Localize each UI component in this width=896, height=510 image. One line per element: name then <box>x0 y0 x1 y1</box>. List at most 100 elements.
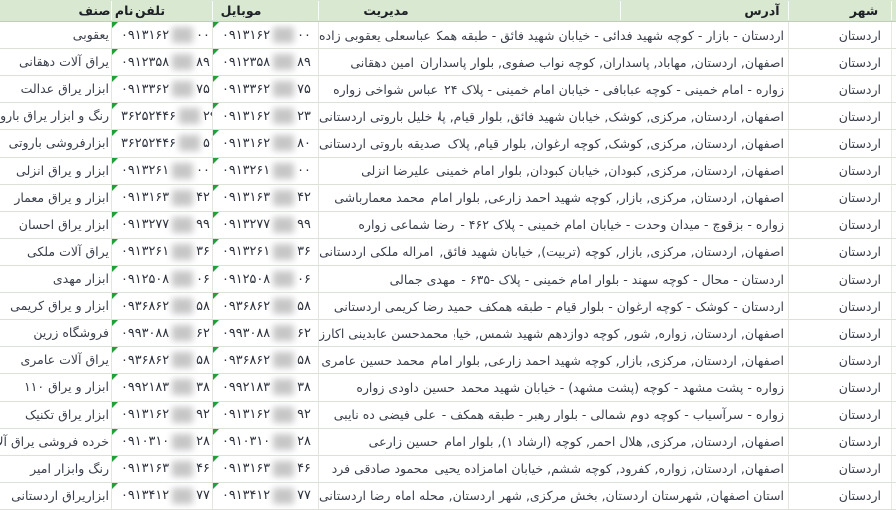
cell-city[interactable]: اردستان <box>788 482 896 509</box>
cell-address-manager[interactable]: زواره - بزقوچ - میدان وحدت - خیابان امام… <box>318 211 788 238</box>
phone-number: ۰۹۱۳۲۶۱ ۰۰ <box>121 162 210 179</box>
city-value: اردستان <box>838 488 881 504</box>
cell-city[interactable]: اردستان <box>788 103 896 130</box>
cell-phone[interactable]: ۰۹۳۶۸۶۲ ۵۸ <box>111 293 212 320</box>
excel-error-triangle-icon <box>112 22 118 28</box>
cell-mobile[interactable]: ۰۹۱۲۵۰۸ ۰۶ <box>212 265 318 293</box>
cell-trade-name[interactable]: یراق آلات ملکی <box>0 239 111 265</box>
cell-trade-name[interactable]: ابزار مهدی <box>0 266 111 292</box>
city-value: اردستان <box>838 217 881 233</box>
column-header-trade-name: نام صنف <box>78 3 134 18</box>
cell-phone[interactable]: ۰۹۱۳۳۶۲ ۷۵ <box>111 76 212 103</box>
cell-mobile[interactable]: ۰۹۱۳۱۶۳ ۴۲ <box>212 184 318 211</box>
cell-mobile[interactable]: ۰۹۹۳۰۸۸ ۶۲ <box>212 320 318 347</box>
cell-mobile[interactable]: ۰۹۱۰۳۱۰ ۲۸ <box>212 428 318 455</box>
cell-trade-name[interactable]: رنگ و ابزار یراق باروتی <box>0 103 111 129</box>
column-header-phone: تلفن <box>134 3 166 18</box>
cell-address-manager[interactable]: اصفهان, اردستان, مرکزی, بازار, کوچه (ترب… <box>318 238 788 265</box>
cell-address-manager[interactable]: اردستان - بازار - کوچه شهید فدائی - خیاب… <box>318 22 788 49</box>
cell-trade-name[interactable]: رنگ وابزار امیر <box>0 456 111 482</box>
cell-city[interactable]: اردستان <box>788 184 896 211</box>
cell-city[interactable]: اردستان <box>788 211 896 238</box>
cell-city[interactable]: اردستان <box>788 428 896 455</box>
cell-trade-name[interactable]: ابزار یراق احسان <box>0 212 111 238</box>
cell-mobile[interactable]: ۰۹۳۶۸۶۲ ۵۸ <box>212 293 318 320</box>
cell-trade-name[interactable]: خرده فروشی یراق آلات <box>0 429 111 455</box>
cell-address-manager[interactable]: استان اصفهان, شهرستان اردستان, بخش مرکزی… <box>318 482 788 509</box>
cell-trade-name[interactable]: ابزار و یراق انزلی <box>0 158 111 184</box>
censored-digits-blur <box>172 54 194 71</box>
cell-trade-name[interactable]: ابزارفروشی باروتی <box>0 130 111 156</box>
cell-trade-name[interactable]: ابزار یراق عدالت <box>0 76 111 102</box>
cell-mobile[interactable]: ۰۹۳۶۸۶۲ ۵۸ <box>212 347 318 374</box>
cell-address-manager[interactable]: زواره - پشت مشهد - کوچه (پشت مشهد) - خیا… <box>318 374 788 401</box>
cell-trade-name[interactable]: یعقوبی <box>0 22 111 48</box>
cell-city[interactable]: اردستان <box>788 401 896 428</box>
cell-phone[interactable]: ۳۶۲۵۲۴۴۶۵۱ <box>111 130 212 157</box>
cell-mobile[interactable]: ۰۹۱۳۱۶۲ ۲۳ <box>212 103 318 130</box>
cell-city[interactable]: اردستان <box>788 130 896 157</box>
cell-mobile[interactable]: ۰۹۱۳۲۷۷ ۹۹ <box>212 211 318 238</box>
cell-mobile[interactable]: ۰۹۱۳۱۶۲ ۹۲ <box>212 401 318 428</box>
cell-trade-name[interactable]: ابزار و یراق ۱۱۰ <box>0 374 111 400</box>
cell-phone[interactable]: ۰۹۱۳۱۶۳ ۴۲ <box>111 184 212 211</box>
cell-trade-name[interactable]: یراق آلات عامری <box>0 347 111 373</box>
cell-trade-name[interactable]: یراق آلات دهقانی <box>0 49 111 75</box>
cell-city[interactable]: اردستان <box>788 157 896 184</box>
cell-address-manager[interactable]: اصفهان, اردستان, مرکزی, کوشک, کوچه ارغوا… <box>318 130 788 157</box>
excel-error-triangle-icon <box>213 374 219 381</box>
cell-mobile[interactable]: ۰۹۹۲۱۸۳ ۳۸ <box>212 374 318 401</box>
cell-mobile[interactable]: ۰۹۱۳۴۱۲ ۷۷ <box>212 482 318 509</box>
cell-mobile[interactable]: ۰۹۱۳۳۶۲ ۷۵ <box>212 76 318 103</box>
cell-mobile[interactable]: ۰۹۱۳۲۶۱ ۰۰ <box>212 157 318 184</box>
censored-digits-blur <box>172 352 194 369</box>
cell-phone[interactable]: ۰۹۹۳۰۸۸ ۶۲ <box>111 320 212 347</box>
cell-address-manager[interactable]: اصفهان, اردستان, مرکزی, بازار, کوچه شهید… <box>318 184 788 211</box>
cell-mobile[interactable]: ۰۹۱۳۱۶۲ ۰۰ <box>212 22 318 49</box>
cell-mobile[interactable]: ۰۹۱۳۱۶۲ ۸۰ <box>212 130 318 157</box>
cell-phone[interactable]: ۰۹۱۲۵۰۸ ۰۶ <box>111 265 212 293</box>
cell-address-manager[interactable]: اصفهان, اردستان, زواره, شور, کوچه دوازده… <box>318 320 788 347</box>
cell-phone[interactable]: ۰۹۱۳۲۶۱ ۰۰ <box>111 157 212 184</box>
cell-city[interactable]: اردستان <box>788 22 896 49</box>
cell-trade-name[interactable]: ابزار و یراق کریمی <box>0 293 111 319</box>
cell-trade-name[interactable]: ابزاریراق اردستانی <box>0 483 111 509</box>
cell-address-manager[interactable]: اصفهان, اردستان, مرکزی, هلال احمر, کوچه … <box>318 428 788 455</box>
cell-city[interactable]: اردستان <box>788 238 896 265</box>
cell-city[interactable]: اردستان <box>788 265 896 293</box>
cell-address-manager[interactable]: اصفهان, اردستان, مرکزی, کبودان, خیابان ک… <box>318 157 788 184</box>
cell-phone[interactable]: ۰۹۳۶۸۶۲ ۵۸ <box>111 347 212 374</box>
cell-city[interactable]: اردستان <box>788 293 896 320</box>
cell-address-manager[interactable]: اصفهان, اردستان, مرکزی, بازار, کوچه شهید… <box>318 347 788 374</box>
cell-address-manager[interactable]: زواره - سرآسیاب - کوچه دوم شمالی - بلوار… <box>318 401 788 428</box>
censored-digits-blur <box>273 162 295 179</box>
cell-address-manager[interactable]: اصفهان, اردستان, زواره, کفرود, کوچه ششم,… <box>318 455 788 482</box>
cell-city[interactable]: اردستان <box>788 49 896 76</box>
cell-address-manager[interactable]: اصفهان, اردستان, مرکزی, کوشک, خیابان شهی… <box>318 103 788 130</box>
cell-phone[interactable]: ۰۹۱۳۱۶۳ ۴۶ <box>111 455 212 482</box>
cell-phone[interactable]: ۰۹۱۳۱۶۲ ۹۲ <box>111 401 212 428</box>
cell-city[interactable]: اردستان <box>788 347 896 374</box>
cell-phone[interactable]: ۰۹۱۲۳۵۸ ۸۹ <box>111 49 212 76</box>
cell-trade-name[interactable]: ابزار و یراق معمار <box>0 185 111 211</box>
cell-city[interactable]: اردستان <box>788 76 896 103</box>
cell-phone[interactable]: ۰۹۱۳۱۶۲ ۰۰ <box>111 22 212 49</box>
cell-phone[interactable]: ۰۹۹۲۱۸۳ ۳۸ <box>111 374 212 401</box>
cell-phone[interactable]: ۳۶۲۵۲۴۴۶۲۹ <box>111 103 212 130</box>
cell-trade-name[interactable]: ابزار یراق تکنیک <box>0 402 111 428</box>
cell-address-manager[interactable]: اصفهان, اردستان, مهاباد, پاسداران, کوچه … <box>318 49 788 76</box>
cell-phone[interactable]: ۰۹۱۰۳۱۰ ۲۸ <box>111 428 212 455</box>
cell-trade-name[interactable]: فروشگاه زرین <box>0 320 111 346</box>
cell-mobile[interactable]: ۰۹۱۳۲۶۱ ۳۶ <box>212 238 318 265</box>
cell-address-manager[interactable]: اردستان - محال - کوچه سهند - بلوار امام … <box>318 265 788 293</box>
cell-city[interactable]: اردستان <box>788 320 896 347</box>
cell-phone[interactable]: ۰۹۱۳۲۷۷ ۹۹ <box>111 211 212 238</box>
cell-address-manager[interactable]: زواره - امام خمینی - کوچه عبابافی - خیاب… <box>318 76 788 103</box>
cell-city[interactable]: اردستان <box>788 455 896 482</box>
cell-mobile[interactable]: ۰۹۱۲۳۵۸ ۸۹ <box>212 49 318 76</box>
cell-phone[interactable]: ۰۹۱۳۲۶۱ ۳۶ <box>111 238 212 265</box>
cell-mobile[interactable]: ۰۹۱۳۱۶۳ ۴۶ <box>212 455 318 482</box>
cell-city[interactable]: اردستان <box>788 374 896 401</box>
cell-phone[interactable]: ۰۹۱۳۴۱۲ ۷۷ <box>111 482 212 509</box>
cell-address-manager[interactable]: اردستان - کوشک - کوچه ارغوان - بلوار قیا… <box>318 293 788 320</box>
